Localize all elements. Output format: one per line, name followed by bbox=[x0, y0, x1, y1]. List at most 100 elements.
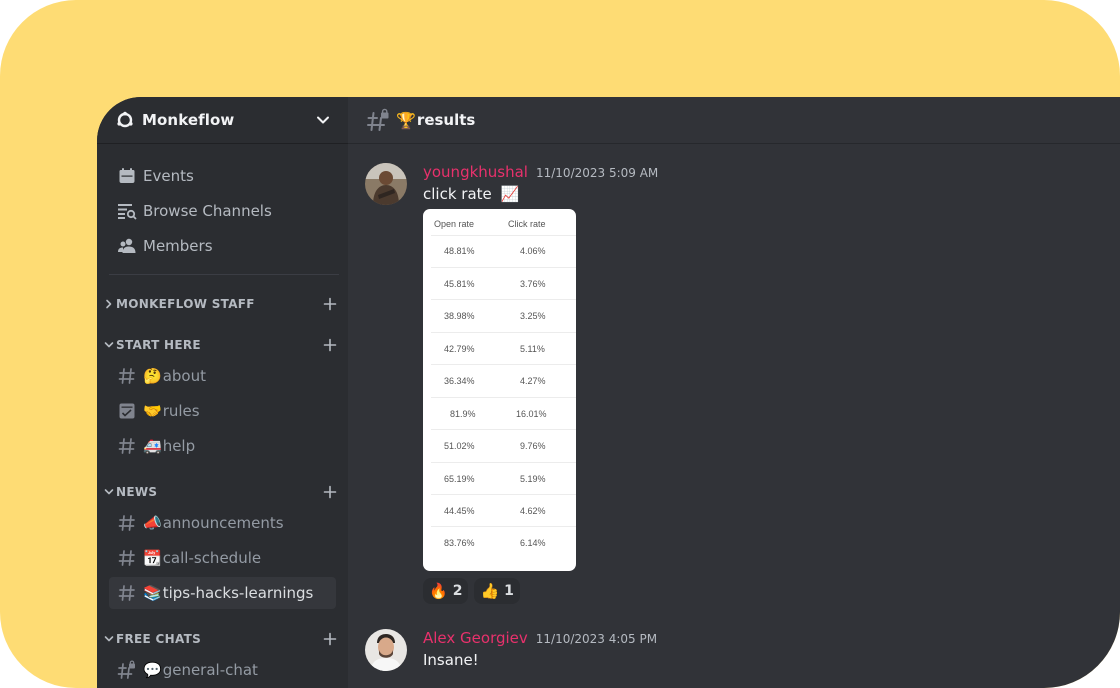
nav-members[interactable]: Members bbox=[109, 230, 336, 262]
category-start-here[interactable]: START HERE bbox=[103, 335, 337, 355]
avatar[interactable] bbox=[365, 629, 407, 671]
table-cell: 4.06% bbox=[520, 246, 546, 256]
add-channel-plus-icon[interactable] bbox=[323, 485, 337, 499]
table-cell: 83.76% bbox=[444, 538, 475, 548]
nav-browse-channels[interactable]: Browse Channels bbox=[109, 195, 336, 227]
channel-help[interactable]: 🚑 help bbox=[109, 430, 336, 462]
table-cell: 45.81% bbox=[444, 279, 475, 289]
category-label: START HERE bbox=[116, 338, 201, 352]
calendar-icon bbox=[117, 166, 137, 186]
channel-about[interactable]: 🤔 about bbox=[109, 360, 336, 392]
timestamp: 11/10/2023 5:09 AM bbox=[535, 166, 659, 180]
nav-label: Browse Channels bbox=[143, 202, 272, 220]
sidebar-divider bbox=[109, 274, 339, 275]
browse-channels-icon bbox=[117, 201, 137, 221]
thumbs-up-emoji: 👍 bbox=[480, 582, 500, 600]
table-divider bbox=[431, 267, 576, 268]
chevron-right-icon bbox=[103, 298, 115, 310]
category-monkeflow-staff[interactable]: MONKEFLOW STAFF bbox=[103, 294, 337, 314]
message-header: youngkhushal 11/10/2023 5:09 AM bbox=[423, 163, 658, 181]
table-divider bbox=[431, 299, 576, 300]
table-divider bbox=[431, 526, 576, 527]
table-divider bbox=[431, 397, 576, 398]
reactions-bar: 🔥 2 👍 1 bbox=[423, 578, 520, 604]
chevron-down-icon[interactable] bbox=[316, 113, 330, 127]
channel-emoji: 🤔 bbox=[143, 367, 162, 385]
channel-emoji: 📚 bbox=[143, 584, 162, 602]
fire-emoji: 🔥 bbox=[429, 582, 448, 600]
reaction-count: 1 bbox=[504, 583, 514, 599]
channel-name: general-chat bbox=[162, 661, 258, 679]
channel-emoji: 💬 bbox=[143, 661, 162, 679]
column-header: Click rate bbox=[508, 219, 546, 229]
column-header: Open rate bbox=[434, 219, 475, 229]
hash-icon bbox=[117, 513, 137, 533]
channel-name: call-schedule bbox=[162, 549, 262, 567]
channel-tips-hacks-learnings[interactable]: 📚 tips-hacks-learnings bbox=[109, 577, 336, 609]
table-cell: 44.45% bbox=[444, 506, 475, 516]
server-header[interactable]: Monkeflow bbox=[97, 97, 348, 144]
table-cell: 4.27% bbox=[520, 376, 546, 386]
channel-rules[interactable]: 🤝 rules bbox=[109, 395, 336, 427]
chevron-down-icon bbox=[103, 339, 115, 351]
hash-icon bbox=[117, 548, 137, 568]
table-cell: 5.19% bbox=[520, 474, 546, 484]
image-attachment[interactable]: Open rate Click rate 48.81% 4.06% 45.81%… bbox=[423, 209, 576, 571]
category-free-chats[interactable]: FREE CHATS bbox=[103, 629, 337, 649]
message-header: Alex Georgiev 11/10/2023 4:05 PM bbox=[423, 629, 657, 647]
chevron-down-icon bbox=[103, 486, 115, 498]
category-news[interactable]: NEWS bbox=[103, 482, 337, 502]
table-cell: 3.76% bbox=[520, 279, 546, 289]
timestamp: 11/10/2023 4:05 PM bbox=[535, 632, 658, 646]
add-channel-plus-icon[interactable] bbox=[323, 632, 337, 646]
discord-window: Monkeflow Events Browse Channels Members… bbox=[97, 97, 1120, 688]
category-label: NEWS bbox=[116, 485, 158, 499]
channel-name: rules bbox=[162, 402, 200, 420]
channel-name: tips-hacks-learnings bbox=[162, 584, 314, 602]
channel-header: 🏆 results bbox=[348, 97, 1120, 144]
channel-name: announcements bbox=[162, 514, 284, 532]
username[interactable]: youngkhushal bbox=[423, 163, 528, 181]
table-cell: 36.34% bbox=[444, 376, 475, 386]
table-cell: 5.11% bbox=[520, 344, 545, 354]
username[interactable]: Alex Georgiev bbox=[423, 629, 528, 647]
yellow-background-frame: Monkeflow Events Browse Channels Members… bbox=[0, 0, 1120, 688]
table-cell: 3.25% bbox=[520, 311, 546, 321]
hash-icon bbox=[117, 436, 137, 456]
add-channel-plus-icon[interactable] bbox=[323, 297, 337, 311]
chat-area: 🏆 results youngkhushal 11/10/2023 5:09 A… bbox=[348, 97, 1120, 688]
table-cell: 65.19% bbox=[444, 474, 475, 484]
hash-icon bbox=[117, 583, 137, 603]
message-text: Insane! bbox=[423, 651, 479, 669]
reaction-fire[interactable]: 🔥 2 bbox=[423, 578, 469, 604]
table-divider bbox=[431, 364, 576, 365]
channel-emoji: 📆 bbox=[143, 549, 162, 567]
nav-label: Members bbox=[143, 237, 213, 255]
table-cell: 9.76% bbox=[520, 441, 546, 451]
channel-emoji: 📣 bbox=[143, 514, 162, 532]
reaction-count: 2 bbox=[452, 583, 463, 599]
table-cell: 42.79% bbox=[444, 344, 475, 354]
avatar[interactable] bbox=[365, 163, 407, 205]
channel-general-chat[interactable]: 💬 general-chat bbox=[109, 654, 336, 686]
table-cell: 38.98% bbox=[444, 311, 475, 321]
table-cell: 48.81% bbox=[444, 246, 475, 256]
table-cell: 81.9% bbox=[450, 409, 476, 419]
rules-checkbox-icon bbox=[117, 401, 137, 421]
table-cell: 6.14% bbox=[520, 538, 546, 548]
server-name: Monkeflow bbox=[142, 111, 235, 129]
channel-sidebar: Monkeflow Events Browse Channels Members… bbox=[97, 97, 348, 688]
table-divider bbox=[431, 235, 576, 236]
server-logo-icon bbox=[116, 111, 134, 129]
add-channel-plus-icon[interactable] bbox=[323, 338, 337, 352]
channel-announcements[interactable]: 📣 announcements bbox=[109, 507, 336, 539]
channel-emoji: 🤝 bbox=[143, 402, 162, 420]
table-cell: 16.01% bbox=[516, 409, 547, 419]
members-icon bbox=[117, 236, 137, 256]
channel-title: results bbox=[416, 111, 476, 129]
message-text: click rate 📈 bbox=[423, 185, 519, 203]
channel-call-schedule[interactable]: 📆 call-schedule bbox=[109, 542, 336, 574]
reaction-thumbs-up[interactable]: 👍 1 bbox=[474, 578, 520, 604]
nav-events[interactable]: Events bbox=[109, 160, 336, 192]
category-label: MONKEFLOW STAFF bbox=[116, 297, 255, 311]
